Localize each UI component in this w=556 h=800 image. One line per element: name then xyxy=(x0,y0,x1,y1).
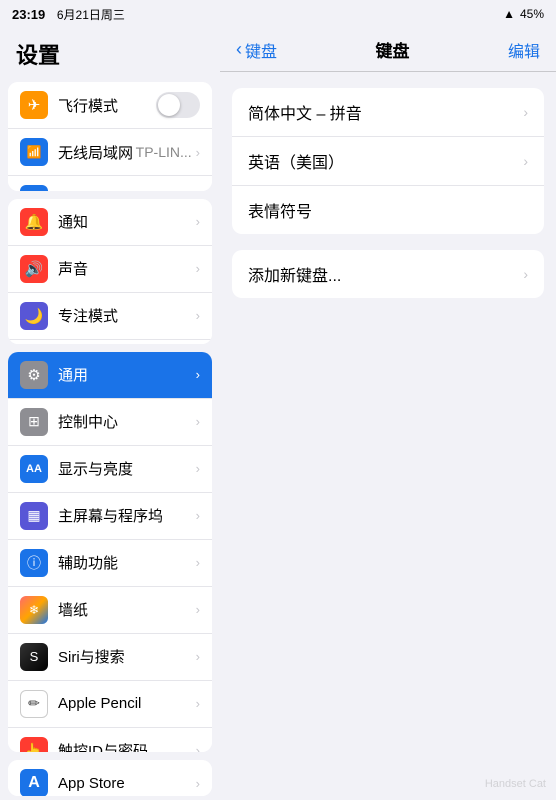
airplane-toggle[interactable] xyxy=(156,92,200,118)
english-chevron: › xyxy=(523,153,528,169)
sidebar-item-accessibility[interactable]: ⓘ 辅助功能 › xyxy=(8,540,212,587)
panel-content: 简体中文 – 拼音 › 英语（美国） › 表情符号 添加新键盘... › xyxy=(220,72,556,800)
status-time: 23:19 6月21日周三 xyxy=(12,6,125,23)
keyboard-list-group: 简体中文 – 拼音 › 英语（美国） › 表情符号 xyxy=(232,88,544,234)
sidebar-item-focus[interactable]: 🌙 专注模式 › xyxy=(8,293,212,340)
sidebar-item-wifi[interactable]: 📶 无线局域网 TP-LIN... › xyxy=(8,129,212,176)
sidebar-item-sound[interactable]: 🔊 声音 › xyxy=(8,246,212,293)
simplified-chinese-chevron: › xyxy=(523,104,528,120)
sidebar-title: 设置 xyxy=(0,28,220,78)
accessibility-icon: ⓘ xyxy=(20,549,48,577)
sidebar-item-screentime[interactable]: ⏱ 屏幕使用时间 › xyxy=(8,340,212,344)
wifi-icon: 📶 xyxy=(20,138,48,166)
applepencil-icon: ✏ xyxy=(20,690,48,718)
appstore-icon: A xyxy=(20,769,48,796)
sidebar-item-homescreen[interactable]: ▦ 主屏幕与程序坞 › xyxy=(8,493,212,540)
sound-chevron: › xyxy=(196,261,200,276)
sidebar-section-system2: ⚙ 通用 › ⊞ 控制中心 › AA 显示与亮度 › ▦ 主屏幕与程序坞 › ⓘ xyxy=(8,352,212,753)
homescreen-chevron: › xyxy=(196,508,200,523)
right-panel: ‹ 键盘 键盘 编辑 简体中文 – 拼音 › 英语（美国） › 表情符号 xyxy=(220,28,556,800)
sound-icon: 🔊 xyxy=(20,255,48,283)
back-chevron-icon: ‹ xyxy=(236,39,242,60)
wifi-icon: ▲ xyxy=(503,7,515,21)
add-keyboard-chevron: › xyxy=(523,266,528,282)
watermark: Handset Cat xyxy=(485,778,546,790)
status-bar: 23:19 6月21日周三 ▲ 45% xyxy=(0,0,556,28)
panel-title: 键盘 xyxy=(376,37,410,62)
battery-icon: 45% xyxy=(520,7,544,21)
wifi-chevron: › xyxy=(196,145,200,160)
sidebar-item-general[interactable]: ⚙ 通用 › xyxy=(8,352,212,399)
siri-icon: S xyxy=(20,643,48,671)
touchid-icon: 👆 xyxy=(20,737,48,753)
keyboard-row-emoji[interactable]: 表情符号 xyxy=(232,186,544,234)
back-button[interactable]: ‹ 键盘 xyxy=(236,38,277,62)
sidebar-section-appstore: A App Store › xyxy=(8,760,212,796)
notification-chevron: › xyxy=(196,214,200,229)
homescreen-icon: ▦ xyxy=(20,502,48,530)
sidebar-item-airplane[interactable]: ✈ 飞行模式 xyxy=(8,82,212,129)
bluetooth-icon: B xyxy=(20,185,48,191)
keyboard-row-english[interactable]: 英语（美国） › xyxy=(232,137,544,186)
airplane-icon: ✈ xyxy=(20,91,48,119)
sidebar-section-system1: 🔔 通知 › 🔊 声音 › 🌙 专注模式 › ⏱ 屏幕使用时间 › xyxy=(8,199,212,344)
sidebar-item-touchid[interactable]: 👆 触控ID与密码 › xyxy=(8,728,212,753)
wallpaper-icon: ❄ xyxy=(20,596,48,624)
sidebar-item-bluetooth[interactable]: B 蓝牙 打开 xyxy=(8,176,212,191)
controlcenter-chevron: › xyxy=(196,414,200,429)
sidebar-item-controlcenter[interactable]: ⊞ 控制中心 › xyxy=(8,399,212,446)
display-chevron: › xyxy=(196,461,200,476)
sidebar-section-connectivity: ✈ 飞行模式 📶 无线局域网 TP-LIN... › B 蓝牙 打开 xyxy=(8,82,212,191)
sidebar-item-wallpaper[interactable]: ❄ 墙纸 › xyxy=(8,587,212,634)
sidebar-item-display[interactable]: AA 显示与亮度 › xyxy=(8,446,212,493)
general-icon: ⚙ xyxy=(20,361,48,389)
add-keyboard-group: 添加新键盘... › xyxy=(232,250,544,298)
panel-header: ‹ 键盘 键盘 编辑 xyxy=(220,28,556,72)
general-chevron: › xyxy=(196,367,200,382)
notification-icon: 🔔 xyxy=(20,208,48,236)
controlcenter-icon: ⊞ xyxy=(20,408,48,436)
accessibility-chevron: › xyxy=(196,555,200,570)
main-layout: 设置 ✈ 飞行模式 📶 无线局域网 TP-LIN... › B 蓝牙 打开 xyxy=(0,28,556,800)
status-indicators: ▲ 45% xyxy=(503,7,544,21)
sidebar-item-applepencil[interactable]: ✏ Apple Pencil › xyxy=(8,681,212,728)
focus-chevron: › xyxy=(196,308,200,323)
applepencil-chevron: › xyxy=(196,696,200,711)
wallpaper-chevron: › xyxy=(196,602,200,617)
edit-button[interactable]: 编辑 xyxy=(508,38,540,62)
sidebar-item-siri[interactable]: S Siri与搜索 › xyxy=(8,634,212,681)
keyboard-row-simplified-chinese[interactable]: 简体中文 – 拼音 › xyxy=(232,88,544,137)
siri-chevron: › xyxy=(196,649,200,664)
appstore-chevron: › xyxy=(196,776,200,791)
sidebar-item-notification[interactable]: 🔔 通知 › xyxy=(8,199,212,246)
keyboard-row-add[interactable]: 添加新键盘... › xyxy=(232,250,544,298)
sidebar: 设置 ✈ 飞行模式 📶 无线局域网 TP-LIN... › B 蓝牙 打开 xyxy=(0,28,220,800)
display-icon: AA xyxy=(20,455,48,483)
focus-icon: 🌙 xyxy=(20,302,48,330)
sidebar-item-appstore[interactable]: A App Store › xyxy=(8,760,212,796)
touchid-chevron: › xyxy=(196,743,200,752)
